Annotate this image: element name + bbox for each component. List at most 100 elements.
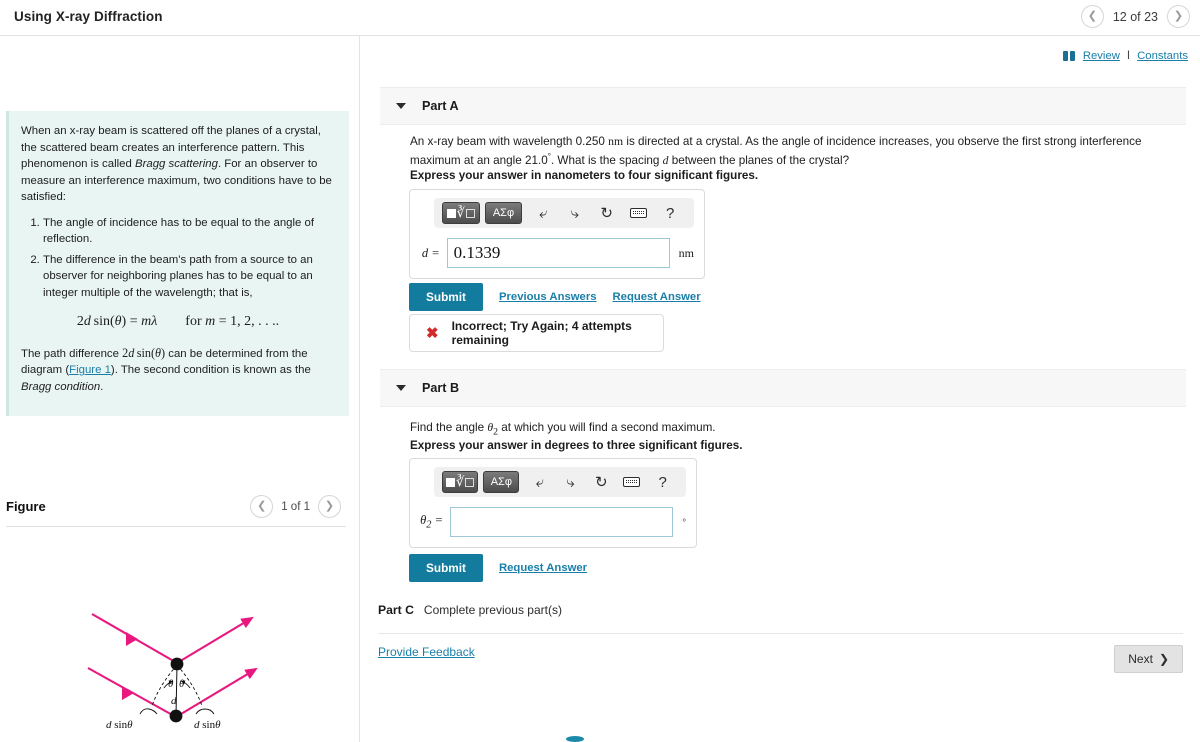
undo-icon[interactable]: ⤶ (527, 471, 552, 493)
help-icon[interactable]: ? (650, 471, 675, 493)
sqrt-template-button[interactable]: ∛ (442, 202, 480, 224)
top-bar: Using X-ray Diffraction ❮ 12 of 23 ❯ (0, 0, 1200, 36)
part-a-submit-button[interactable]: Submit (409, 283, 483, 311)
keyboard-icon[interactable] (626, 202, 652, 224)
sqrt-template-button[interactable]: ∛ (442, 471, 479, 493)
chevron-right-icon: ❯ (1158, 652, 1169, 666)
part-a-previous-answers-link[interactable]: Previous Answers (499, 291, 597, 303)
part-a-instruction: Express your answer in nanometers to fou… (410, 169, 759, 182)
greek-symbols-button[interactable]: ΑΣφ (484, 202, 523, 224)
figure-chevron-left-icon[interactable]: ❮ (250, 495, 274, 518)
next-button-label: Next (1128, 652, 1153, 666)
part-b-request-answer-link[interactable]: Request Answer (499, 562, 587, 574)
part-a-unit-label: nm (678, 245, 694, 260)
part-b-theta2: θ2 (487, 421, 498, 438)
left-pane: When an x-ray beam is scattered off the … (0, 36, 359, 742)
part-a-question-a: An x-ray beam with wavelength 0.250 (410, 135, 609, 148)
reflected-ray-upper (176, 616, 254, 664)
page-root: Using X-ray Diffraction ❮ 12 of 23 ❯ Whe… (0, 0, 1200, 742)
part-a-request-answer-link[interactable]: Request Answer (613, 291, 701, 303)
part-a-variable-label: d = (421, 245, 440, 260)
reset-icon[interactable]: ↻ (594, 202, 620, 224)
bragg-equation: 2d sin(θ) = mλ for m = 1, 2, . . .. (21, 312, 335, 332)
greek-symbols-button[interactable]: ΑΣφ (483, 471, 520, 493)
path-label-right: d sinθ (194, 719, 221, 731)
part-a-answer-input[interactable] (446, 238, 670, 268)
part-a-answer-box: ∛ ΑΣφ ⤶ ⤷ ↻ ? d = nm (409, 189, 705, 279)
review-constants-bar: Review I Constants (1062, 49, 1188, 62)
chevron-left-icon[interactable]: ❮ (1080, 5, 1104, 28)
intro-p2-emphasis: Bragg condition (21, 380, 101, 393)
intro-paragraph-1: When an x-ray beam is scattered off the … (21, 123, 335, 206)
part-b-actions: Submit Request Answer (409, 554, 587, 582)
part-a-question-d: between the planes of the crystal? (668, 153, 850, 167)
atom-lower (169, 709, 183, 723)
part-b-question-b: at which you will find a second maximum. (497, 421, 716, 434)
book-icon (1062, 50, 1076, 61)
spacing-label: d (171, 695, 177, 707)
part-b-header[interactable]: Part B (380, 369, 1186, 407)
conditions-list: The angle of incidence has to be equal t… (21, 215, 335, 302)
part-b-answer-input[interactable] (450, 507, 674, 537)
review-link[interactable]: Review (1083, 50, 1120, 62)
part-b-submit-button[interactable]: Submit (409, 554, 483, 582)
reset-icon[interactable]: ↻ (589, 471, 614, 493)
angle-label-right: θ (179, 678, 185, 690)
path-difference-math: 2d sin(θ) (122, 345, 166, 360)
part-a-feedback: ✖ Incorrect; Try Again; 4 attempts remai… (409, 314, 664, 352)
part-b-instruction: Express your answer in degrees to three … (410, 439, 743, 452)
brace-left (139, 708, 158, 715)
incident-ray-lower-arrowhead (122, 686, 134, 700)
page-title: Using X-ray Diffraction (14, 9, 163, 24)
part-b-variable-label: θ2 = (420, 513, 443, 531)
part-a-feedback-text: Incorrect; Try Again; 4 attempts remaini… (451, 319, 632, 347)
caret-down-icon[interactable] (396, 103, 406, 109)
part-a-unit-nm: nm (608, 135, 624, 148)
bragg-equation-lhs: 2d sin(θ) = mλ (76, 314, 158, 330)
figure-chevron-right-icon[interactable]: ❯ (318, 495, 341, 518)
incident-ray-upper-arrowhead (126, 632, 138, 646)
part-b-input-row: θ2 = ° (420, 507, 686, 537)
caret-down-icon[interactable] (396, 385, 406, 391)
bragg-diffraction-diagram[interactable]: θ θ d d sinθ d sinθ (80, 596, 280, 731)
brace-right (195, 708, 215, 715)
next-button[interactable]: Next ❯ (1114, 645, 1183, 673)
part-c-label: Part C (378, 603, 414, 617)
interplanar-spacing-line (175, 664, 178, 716)
redo-icon[interactable]: ⤷ (562, 202, 588, 224)
part-a-math-toolbar: ∛ ΑΣφ ⤶ ⤷ ↻ ? (434, 198, 694, 228)
intro-p1-emphasis: Bragg scattering (134, 158, 218, 171)
part-a-actions: Submit Previous Answers Request Answer (409, 283, 701, 311)
intro-p2-c: ). The second condition is known as the (110, 364, 311, 377)
constants-link[interactable]: Constants (1137, 50, 1188, 62)
atom-upper (170, 657, 184, 671)
redo-icon[interactable]: ⤷ (558, 471, 583, 493)
diagram-svg: θ θ d d sinθ d sinθ (87, 613, 258, 731)
part-a-question-c: . What is the spacing (550, 153, 663, 167)
keyboard-icon[interactable] (620, 471, 645, 493)
figure-divider (6, 526, 346, 527)
part-a-question: An x-ray beam with wavelength 0.250 nm i… (410, 133, 1185, 169)
intro-p2-d: . (100, 380, 104, 393)
provide-feedback-link[interactable]: Provide Feedback (378, 645, 475, 659)
intro-paragraph-2: The path difference 2d sin(θ) can be det… (21, 345, 335, 396)
part-a-header[interactable]: Part A (380, 87, 1186, 125)
help-icon[interactable]: ? (657, 202, 683, 224)
part-b-unit-label: ° (682, 517, 686, 527)
x-mark-icon: ✖ (426, 324, 439, 342)
figure-1-link[interactable]: Figure 1 (69, 364, 111, 376)
figure-header: Figure ❮ 1 of 1 ❯ (0, 491, 359, 527)
pager-label: 12 of 23 (1112, 9, 1158, 24)
angle-label-left: θ (168, 678, 174, 690)
assignment-pager: ❮ 12 of 23 ❯ (1080, 5, 1190, 28)
undo-icon[interactable]: ⤶ (530, 202, 556, 224)
footer-divider (378, 633, 1183, 634)
part-c-row[interactable]: Part C Complete previous part(s) (378, 603, 562, 617)
chevron-right-icon[interactable]: ❯ (1167, 5, 1190, 28)
part-b-math-toolbar: ∛ ΑΣφ ⤶ ⤷ ↻ ? (434, 467, 686, 497)
loading-indicator (566, 736, 584, 742)
part-b-label: Part B (422, 381, 460, 395)
intro-p2-a: The path difference (21, 347, 123, 360)
figure-pager-label: 1 of 1 (281, 500, 310, 513)
link-separator: I (1126, 49, 1131, 62)
